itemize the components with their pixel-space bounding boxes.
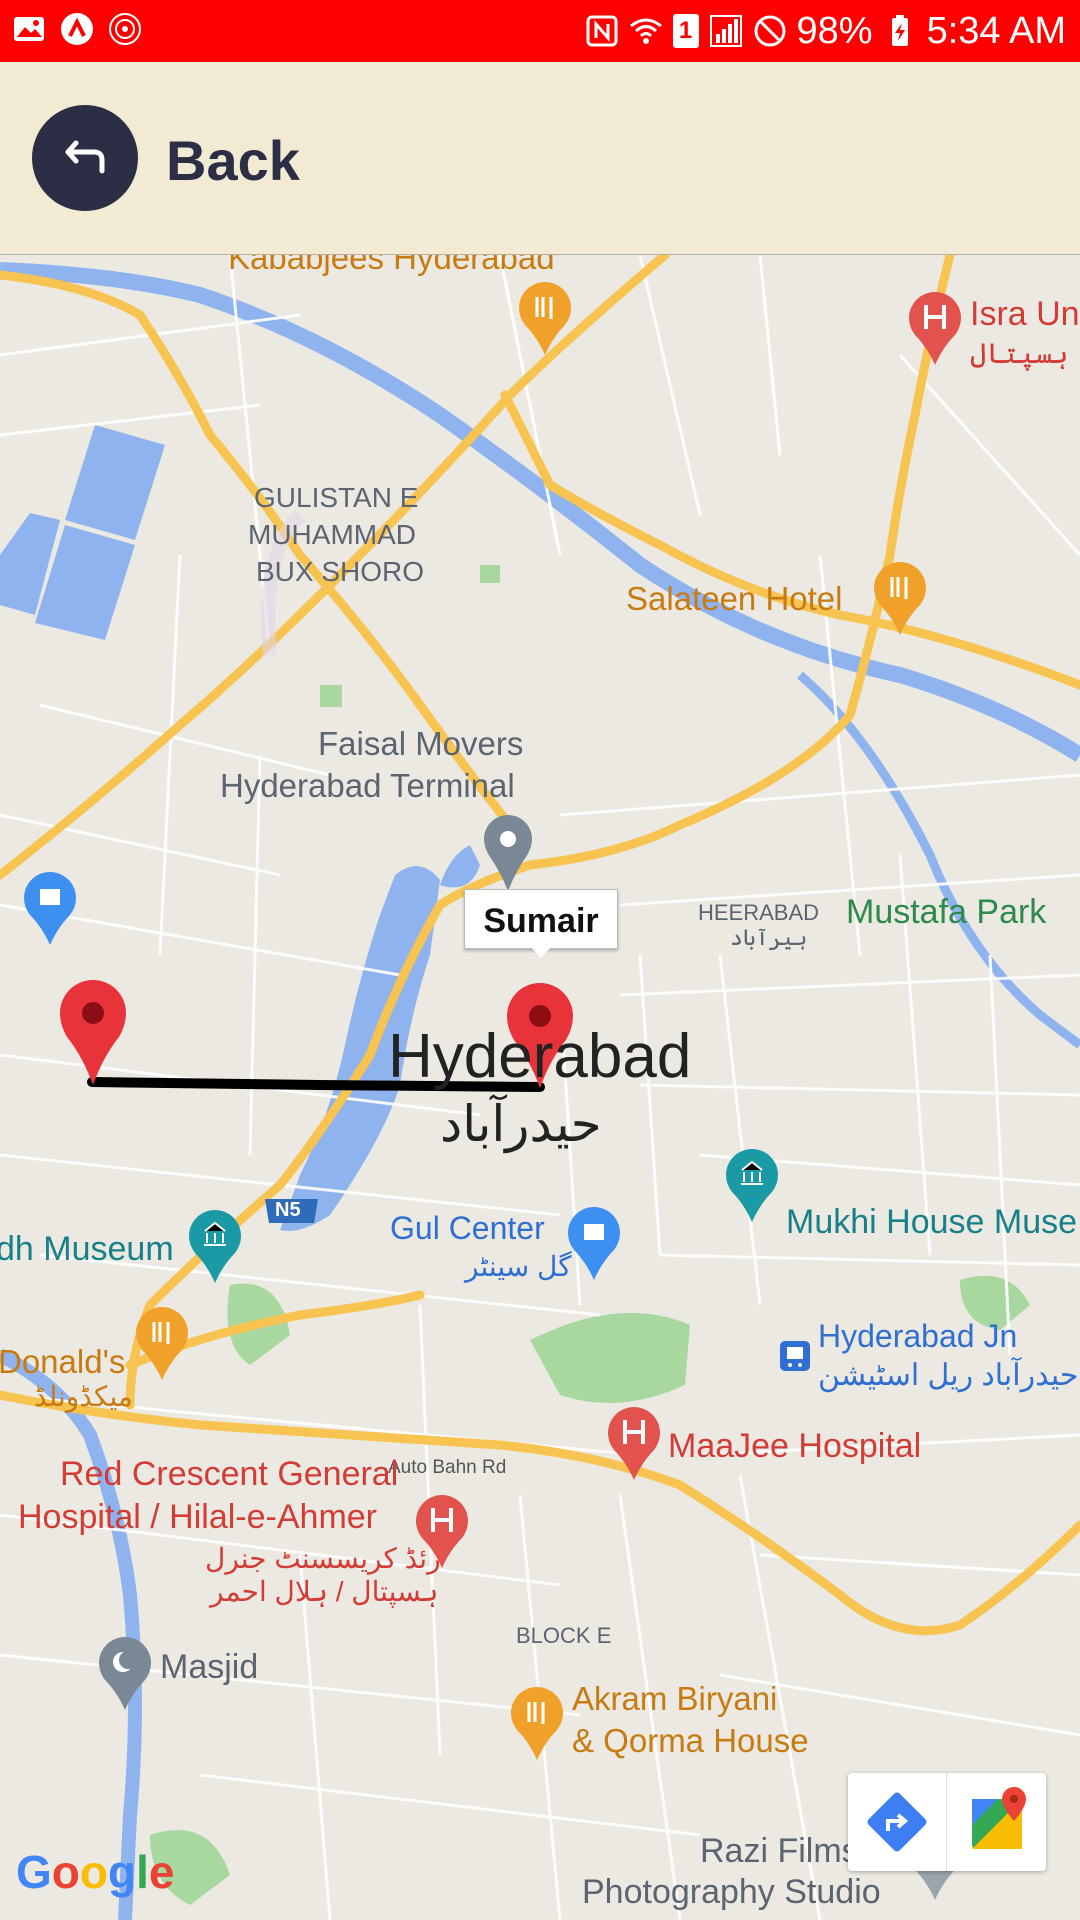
- place-label: گل سینٹر: [465, 1251, 572, 1282]
- app-a-icon: [61, 13, 93, 45]
- area-label: BUX SHORO: [256, 556, 425, 587]
- place-label: میکڈونلڈ: [34, 1381, 133, 1412]
- road-label: Auto Bahn Rd: [388, 1457, 507, 1478]
- place-label[interactable]: Hyderabad Terminal: [220, 767, 515, 805]
- back-label[interactable]: Back: [166, 128, 300, 193]
- marker-info-window[interactable]: Sumair: [464, 889, 618, 949]
- place-label[interactable]: Donald's: [0, 1343, 125, 1381]
- google-maps-icon: [972, 1787, 1026, 1849]
- directions-button[interactable]: [848, 1773, 947, 1871]
- place-label: ہسپتال / ہلال احمر: [210, 1576, 439, 1607]
- area-label: ہیرآباد: [730, 925, 808, 950]
- place-label[interactable]: Hyderabad Jn: [818, 1318, 1017, 1355]
- area-label: MUHAMMAD: [248, 519, 416, 550]
- battery-charging-icon: [891, 15, 908, 46]
- back-arrow-icon: [65, 140, 105, 174]
- blocked-icon: [754, 15, 786, 47]
- place-label[interactable]: & Qorma House: [572, 1722, 809, 1760]
- signal-icon: [709, 15, 742, 47]
- map-toolbar: [848, 1773, 1046, 1871]
- train-station-icon: [780, 1341, 810, 1371]
- place-label[interactable]: Red Crescent General: [60, 1455, 398, 1494]
- place-label[interactable]: MaaJee Hospital: [668, 1427, 921, 1466]
- image-icon: [14, 17, 44, 41]
- place-label: رئڈ کریسسنٹ جنرل: [205, 1543, 441, 1574]
- city-label: Hyderabad: [388, 1022, 692, 1091]
- place-label[interactable]: Gul Center: [390, 1210, 545, 1247]
- sim-badge: 1: [672, 14, 699, 48]
- google-logo: Google: [16, 1846, 175, 1898]
- place-label[interactable]: Hospital / Hilal-e-Ahmer: [18, 1498, 377, 1537]
- place-label[interactable]: dh Museum: [0, 1230, 174, 1269]
- place-label[interactable]: Akram Biryani: [572, 1680, 777, 1718]
- nfc-icon: [586, 15, 618, 47]
- place-label: اسراء ہسپتال: [970, 338, 1080, 369]
- area-label: GULISTAN E: [254, 482, 419, 513]
- place-label[interactable]: Mukhi House Muse: [786, 1203, 1077, 1242]
- city-label-urdu: حیدرآباد: [440, 1096, 602, 1152]
- place-label[interactable]: Salateen Hotel: [626, 580, 842, 618]
- info-window-tail: [530, 946, 552, 958]
- place-label: حیدرآباد ریل اسٹیشن: [818, 1359, 1079, 1392]
- directions-icon: [867, 1792, 927, 1852]
- area-label: BLOCK E: [516, 1623, 612, 1648]
- place-label[interactable]: Mustafa Park: [846, 893, 1046, 932]
- area-label: HEERABAD: [698, 900, 820, 925]
- place-label[interactable]: Isra Un: [970, 295, 1080, 334]
- place-label[interactable]: Faisal Movers: [318, 725, 523, 763]
- info-window-title: Sumair: [483, 902, 599, 940]
- open-google-maps-button[interactable]: [948, 1773, 1046, 1871]
- place-label[interactable]: Photography Studio: [582, 1873, 881, 1912]
- app-bar: Back: [0, 62, 1080, 255]
- highway-label: N5: [275, 1199, 301, 1221]
- back-button[interactable]: [32, 105, 138, 211]
- emblem-icon: [109, 13, 141, 45]
- clock: 5:34 AM: [926, 9, 1066, 52]
- map-view[interactable]: Kababjees Hyderabad Isra Un اسراء ہسپتال…: [0, 255, 1080, 1920]
- wifi-icon: [629, 18, 662, 44]
- battery-percent: 98%: [796, 9, 873, 52]
- place-label[interactable]: Kababjees Hyderabad: [228, 255, 555, 277]
- status-bar: 1 98% 5:34 AM: [0, 0, 1080, 62]
- place-label[interactable]: Masjid: [160, 1648, 258, 1687]
